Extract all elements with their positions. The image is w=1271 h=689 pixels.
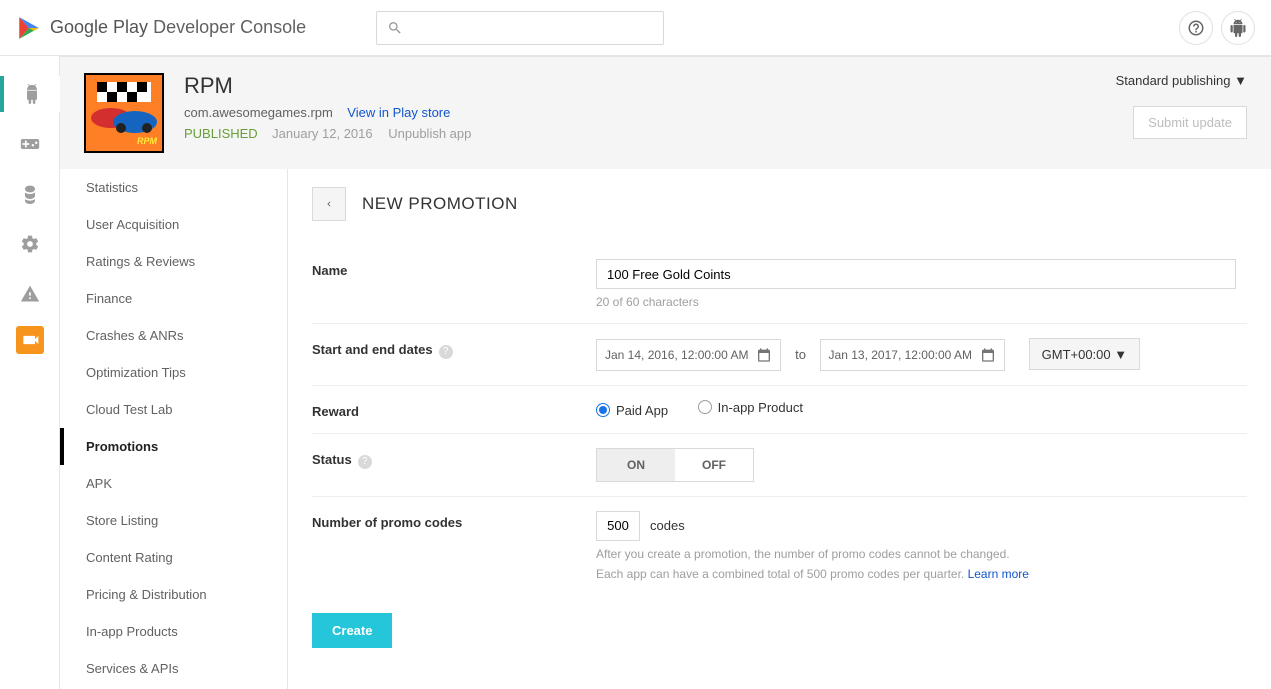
- label-dates: Start and end dates?: [312, 338, 596, 359]
- radio-icon: [596, 403, 610, 417]
- rail-announcement[interactable]: [16, 326, 44, 354]
- account-button[interactable]: [1221, 11, 1255, 45]
- back-button[interactable]: [312, 187, 346, 221]
- app-header: RPM RPM com.awesomegames.rpm View in Pla…: [60, 57, 1271, 169]
- nav-content-rating[interactable]: Content Rating: [60, 539, 287, 576]
- view-in-store-link[interactable]: View in Play store: [347, 105, 450, 120]
- app-icon-art: RPM: [87, 76, 161, 150]
- storage-icon: [20, 184, 40, 204]
- rail-settings[interactable]: [0, 226, 60, 262]
- gamepad-icon: [20, 134, 40, 154]
- codes-suffix: codes: [650, 518, 685, 533]
- timezone-dropdown[interactable]: GMT+00:00 ▼: [1029, 338, 1140, 370]
- row-dates: Start and end dates? Jan 14, 2016, 12:00…: [312, 324, 1247, 386]
- create-button[interactable]: Create: [312, 613, 392, 648]
- gear-icon: [20, 234, 40, 254]
- nav-user-acquisition[interactable]: User Acquisition: [60, 206, 287, 243]
- name-char-hint: 20 of 60 characters: [596, 295, 1247, 309]
- unpublish-link[interactable]: Unpublish app: [388, 126, 471, 141]
- row-status: Status? ON OFF: [312, 434, 1247, 497]
- status-toggle: ON OFF: [596, 448, 754, 482]
- status-on[interactable]: ON: [597, 449, 675, 481]
- nav-cloud-test-lab[interactable]: Cloud Test Lab: [60, 391, 287, 428]
- rail-alerts[interactable]: [0, 276, 60, 312]
- search-input[interactable]: [411, 20, 653, 35]
- app-date: January 12, 2016: [272, 126, 372, 141]
- label-name: Name: [312, 259, 596, 278]
- nav-statistics[interactable]: Statistics: [60, 169, 287, 206]
- submit-update-button[interactable]: Submit update: [1133, 106, 1247, 139]
- calendar-icon: [980, 347, 996, 363]
- search-box[interactable]: [376, 11, 664, 45]
- play-logo-icon: [16, 15, 42, 41]
- label-status: Status?: [312, 448, 596, 469]
- row-name: Name 20 of 60 characters: [312, 245, 1247, 324]
- page-title: NEW PROMOTION: [362, 194, 518, 214]
- dates-to: to: [795, 347, 806, 362]
- android-icon: [1229, 19, 1247, 37]
- nav-finance[interactable]: Finance: [60, 280, 287, 317]
- rail-android[interactable]: [0, 76, 60, 112]
- nav-iap[interactable]: In-app Products: [60, 613, 287, 650]
- nav-services[interactable]: Services & APIs: [60, 650, 287, 687]
- radio-inapp-product[interactable]: In-app Product: [698, 400, 803, 415]
- calendar-icon: [756, 347, 772, 363]
- nav-store-listing[interactable]: Store Listing: [60, 502, 287, 539]
- megaphone-icon: [20, 330, 40, 350]
- side-nav: Statistics User Acquisition Ratings & Re…: [60, 169, 288, 689]
- help-icon[interactable]: ?: [439, 345, 453, 359]
- codes-hint1: After you create a promotion, the number…: [596, 547, 1247, 561]
- chevron-left-icon: [324, 197, 334, 211]
- label-reward: Reward: [312, 400, 596, 419]
- warning-icon: [20, 284, 40, 304]
- learn-more-link[interactable]: Learn more: [968, 567, 1029, 581]
- row-codes: Number of promo codes codes After you cr…: [312, 497, 1247, 595]
- main-panel: NEW PROMOTION Name 20 of 60 characters S…: [288, 169, 1271, 689]
- help-icon: [1187, 19, 1205, 37]
- label-codes: Number of promo codes: [312, 511, 596, 530]
- nav-pricing[interactable]: Pricing & Distribution: [60, 576, 287, 613]
- radio-paid-app[interactable]: Paid App: [596, 403, 668, 418]
- end-date-picker[interactable]: Jan 13, 2017, 12:00:00 AM: [820, 339, 1005, 371]
- rail-games[interactable]: [0, 126, 60, 162]
- logo[interactable]: Google Play Developer Console: [16, 15, 306, 41]
- nav-ratings-reviews[interactable]: Ratings & Reviews: [60, 243, 287, 280]
- promo-codes-input[interactable]: [596, 511, 640, 541]
- publishing-mode-dropdown[interactable]: Standard publishing ▼: [1116, 73, 1247, 88]
- svg-text:RPM: RPM: [137, 136, 158, 146]
- promo-name-input[interactable]: [596, 259, 1236, 289]
- app-title: RPM: [184, 73, 471, 99]
- nav-crashes-anrs[interactable]: Crashes & ANRs: [60, 317, 287, 354]
- icon-rail: [0, 56, 60, 689]
- nav-apk[interactable]: APK: [60, 465, 287, 502]
- row-reward: Reward Paid App In-app Product: [312, 386, 1247, 434]
- nav-promotions[interactable]: Promotions: [60, 428, 287, 465]
- app-icon: RPM: [84, 73, 164, 153]
- content: RPM RPM com.awesomegames.rpm View in Pla…: [60, 56, 1271, 689]
- topbar: Google Play Developer Console: [0, 0, 1271, 56]
- status-off[interactable]: OFF: [675, 449, 753, 481]
- search-icon: [387, 20, 403, 36]
- start-date-picker[interactable]: Jan 14, 2016, 12:00:00 AM: [596, 339, 781, 371]
- app-status: PUBLISHED: [184, 126, 258, 141]
- brand-text: Google Play Developer Console: [50, 17, 306, 38]
- rail-cloud[interactable]: [0, 176, 60, 212]
- nav-optimization[interactable]: Optimization Tips: [60, 354, 287, 391]
- android-icon: [22, 84, 42, 104]
- help-icon[interactable]: ?: [358, 455, 372, 469]
- radio-icon: [698, 400, 712, 414]
- app-meta: RPM com.awesomegames.rpm View in Play st…: [184, 73, 471, 141]
- help-button[interactable]: [1179, 11, 1213, 45]
- package-id: com.awesomegames.rpm: [184, 105, 333, 120]
- codes-hint2: Each app can have a combined total of 50…: [596, 567, 1247, 581]
